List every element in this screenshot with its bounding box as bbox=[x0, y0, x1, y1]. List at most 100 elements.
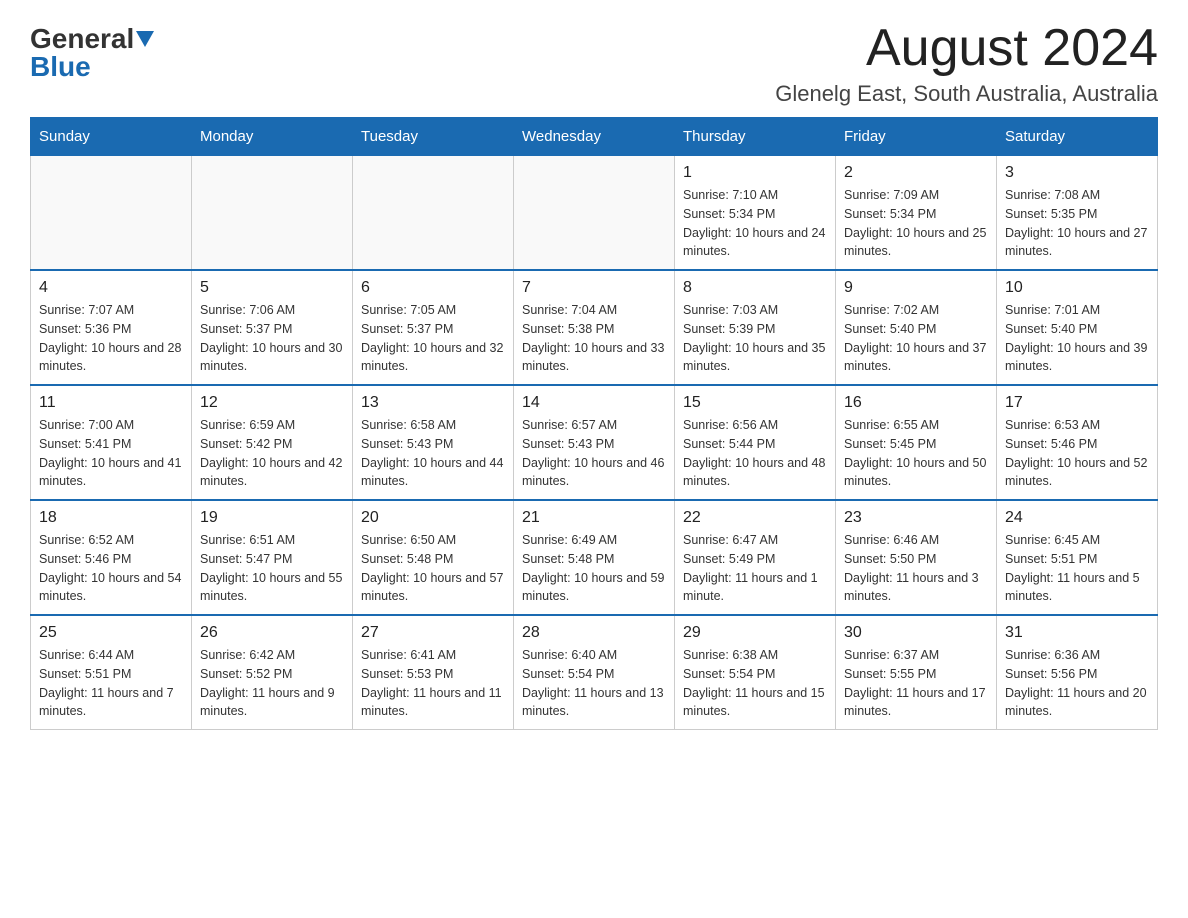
day-number: 28 bbox=[522, 624, 666, 642]
calendar-header-friday: Friday bbox=[836, 118, 997, 156]
calendar-cell bbox=[514, 156, 675, 271]
day-number: 12 bbox=[200, 394, 344, 412]
day-number: 2 bbox=[844, 164, 988, 182]
day-number: 1 bbox=[683, 164, 827, 182]
calendar-header-monday: Monday bbox=[192, 118, 353, 156]
day-number: 22 bbox=[683, 509, 827, 527]
day-info: Sunrise: 6:38 AM Sunset: 5:54 PM Dayligh… bbox=[683, 646, 827, 721]
logo-blue-text: Blue bbox=[30, 53, 91, 81]
calendar-week-row: 11Sunrise: 7:00 AM Sunset: 5:41 PM Dayli… bbox=[31, 385, 1158, 500]
calendar-cell: 23 Sunrise: 6:46 AM Sunset: 5:50 PM Dayli… bbox=[836, 500, 997, 615]
day-info: Sunrise: 6:37 AM Sunset: 5:55 PM Dayligh… bbox=[844, 646, 988, 721]
day-info: Sunrise: 6:42 AM Sunset: 5:52 PM Dayligh… bbox=[200, 646, 344, 721]
header-right: August 2024 Glenelg East, South Australi… bbox=[775, 20, 1158, 107]
day-info: Sunrise: 6:40 AM Sunset: 5:54 PM Dayligh… bbox=[522, 646, 666, 721]
calendar-cell: 13 Sunrise: 6:58 AM Sunset: 5:43 PM Dayli… bbox=[353, 385, 514, 500]
calendar-cell: 4Sunrise: 7:07 AM Sunset: 5:36 PM Daylig… bbox=[31, 270, 192, 385]
month-title: August 2024 bbox=[775, 20, 1158, 77]
calendar-cell: 17 Sunrise: 6:53 AM Sunset: 5:46 PM Dayli… bbox=[997, 385, 1158, 500]
logo-text: General bbox=[30, 25, 154, 53]
calendar-cell: 5 Sunrise: 7:06 AM Sunset: 5:37 PM Daylig… bbox=[192, 270, 353, 385]
calendar-week-row: 25 Sunrise: 6:44 AM Sunset: 5:51 PM Dayli… bbox=[31, 615, 1158, 730]
calendar-cell: 14 Sunrise: 6:57 AM Sunset: 5:43 PM Dayli… bbox=[514, 385, 675, 500]
location: Glenelg East, South Australia, Australia bbox=[775, 81, 1158, 107]
day-number: 23 bbox=[844, 509, 988, 527]
calendar-header-tuesday: Tuesday bbox=[353, 118, 514, 156]
day-number: 11 bbox=[39, 394, 183, 412]
calendar-cell: 3Sunrise: 7:08 AM Sunset: 5:35 PM Daylig… bbox=[997, 156, 1158, 271]
calendar-cell: 10 Sunrise: 7:01 AM Sunset: 5:40 PM Dayli… bbox=[997, 270, 1158, 385]
day-number: 16 bbox=[844, 394, 988, 412]
calendar-cell: 18 Sunrise: 6:52 AM Sunset: 5:46 PM Dayli… bbox=[31, 500, 192, 615]
calendar-header-wednesday: Wednesday bbox=[514, 118, 675, 156]
day-number: 31 bbox=[1005, 624, 1149, 642]
calendar-cell bbox=[353, 156, 514, 271]
calendar-cell: 11Sunrise: 7:00 AM Sunset: 5:41 PM Dayli… bbox=[31, 385, 192, 500]
day-info: Sunrise: 7:03 AM Sunset: 5:39 PM Dayligh… bbox=[683, 301, 827, 376]
day-number: 18 bbox=[39, 509, 183, 527]
day-number: 3 bbox=[1005, 164, 1149, 182]
calendar-cell: 12 Sunrise: 6:59 AM Sunset: 5:42 PM Dayli… bbox=[192, 385, 353, 500]
calendar-cell: 6 Sunrise: 7:05 AM Sunset: 5:37 PM Daylig… bbox=[353, 270, 514, 385]
day-info: Sunrise: 7:04 AM Sunset: 5:38 PM Dayligh… bbox=[522, 301, 666, 376]
day-number: 8 bbox=[683, 279, 827, 297]
day-number: 7 bbox=[522, 279, 666, 297]
calendar-cell: 7 Sunrise: 7:04 AM Sunset: 5:38 PM Daylig… bbox=[514, 270, 675, 385]
day-info: Sunrise: 6:53 AM Sunset: 5:46 PM Dayligh… bbox=[1005, 416, 1149, 491]
calendar-cell: 16Sunrise: 6:55 AM Sunset: 5:45 PM Dayli… bbox=[836, 385, 997, 500]
calendar-cell: 30 Sunrise: 6:37 AM Sunset: 5:55 PM Dayli… bbox=[836, 615, 997, 730]
day-info: Sunrise: 6:45 AM Sunset: 5:51 PM Dayligh… bbox=[1005, 531, 1149, 606]
calendar-week-row: 1 Sunrise: 7:10 AM Sunset: 5:34 PM Daylig… bbox=[31, 156, 1158, 271]
calendar-week-row: 18 Sunrise: 6:52 AM Sunset: 5:46 PM Dayli… bbox=[31, 500, 1158, 615]
day-number: 29 bbox=[683, 624, 827, 642]
calendar-cell: 19Sunrise: 6:51 AM Sunset: 5:47 PM Dayli… bbox=[192, 500, 353, 615]
day-info: Sunrise: 6:59 AM Sunset: 5:42 PM Dayligh… bbox=[200, 416, 344, 491]
day-info: Sunrise: 6:44 AM Sunset: 5:51 PM Dayligh… bbox=[39, 646, 183, 721]
day-number: 6 bbox=[361, 279, 505, 297]
day-info: Sunrise: 7:07 AM Sunset: 5:36 PM Dayligh… bbox=[39, 301, 183, 376]
day-info: Sunrise: 6:41 AM Sunset: 5:53 PM Dayligh… bbox=[361, 646, 505, 721]
day-info: Sunrise: 6:57 AM Sunset: 5:43 PM Dayligh… bbox=[522, 416, 666, 491]
day-info: Sunrise: 6:36 AM Sunset: 5:56 PM Dayligh… bbox=[1005, 646, 1149, 721]
calendar-cell: 2Sunrise: 7:09 AM Sunset: 5:34 PM Daylig… bbox=[836, 156, 997, 271]
day-number: 27 bbox=[361, 624, 505, 642]
logo: General Blue bbox=[30, 20, 154, 81]
calendar-cell: 21Sunrise: 6:49 AM Sunset: 5:48 PM Dayli… bbox=[514, 500, 675, 615]
calendar-header-saturday: Saturday bbox=[997, 118, 1158, 156]
calendar-cell: 1 Sunrise: 7:10 AM Sunset: 5:34 PM Daylig… bbox=[675, 156, 836, 271]
day-info: Sunrise: 6:49 AM Sunset: 5:48 PM Dayligh… bbox=[522, 531, 666, 606]
calendar-header-thursday: Thursday bbox=[675, 118, 836, 156]
calendar-cell: 27 Sunrise: 6:41 AM Sunset: 5:53 PM Dayli… bbox=[353, 615, 514, 730]
day-number: 17 bbox=[1005, 394, 1149, 412]
logo-triangle-icon bbox=[136, 31, 154, 47]
day-info: Sunrise: 7:10 AM Sunset: 5:34 PM Dayligh… bbox=[683, 186, 827, 261]
day-number: 5 bbox=[200, 279, 344, 297]
day-info: Sunrise: 6:50 AM Sunset: 5:48 PM Dayligh… bbox=[361, 531, 505, 606]
calendar-cell: 31 Sunrise: 6:36 AM Sunset: 5:56 PM Dayli… bbox=[997, 615, 1158, 730]
day-info: Sunrise: 6:52 AM Sunset: 5:46 PM Dayligh… bbox=[39, 531, 183, 606]
day-number: 14 bbox=[522, 394, 666, 412]
day-info: Sunrise: 7:02 AM Sunset: 5:40 PM Dayligh… bbox=[844, 301, 988, 376]
calendar-cell bbox=[31, 156, 192, 271]
calendar-cell: 15Sunrise: 6:56 AM Sunset: 5:44 PM Dayli… bbox=[675, 385, 836, 500]
calendar-cell: 26Sunrise: 6:42 AM Sunset: 5:52 PM Dayli… bbox=[192, 615, 353, 730]
day-number: 20 bbox=[361, 509, 505, 527]
day-info: Sunrise: 6:58 AM Sunset: 5:43 PM Dayligh… bbox=[361, 416, 505, 491]
day-info: Sunrise: 7:06 AM Sunset: 5:37 PM Dayligh… bbox=[200, 301, 344, 376]
day-number: 24 bbox=[1005, 509, 1149, 527]
day-number: 19 bbox=[200, 509, 344, 527]
day-number: 30 bbox=[844, 624, 988, 642]
calendar-cell: 28 Sunrise: 6:40 AM Sunset: 5:54 PM Dayli… bbox=[514, 615, 675, 730]
day-number: 25 bbox=[39, 624, 183, 642]
day-info: Sunrise: 7:01 AM Sunset: 5:40 PM Dayligh… bbox=[1005, 301, 1149, 376]
calendar-cell: 25 Sunrise: 6:44 AM Sunset: 5:51 PM Dayli… bbox=[31, 615, 192, 730]
calendar-table: SundayMondayTuesdayWednesdayThursdayFrid… bbox=[30, 117, 1158, 730]
day-number: 9 bbox=[844, 279, 988, 297]
calendar-cell: 29 Sunrise: 6:38 AM Sunset: 5:54 PM Dayli… bbox=[675, 615, 836, 730]
calendar-cell: 24 Sunrise: 6:45 AM Sunset: 5:51 PM Dayli… bbox=[997, 500, 1158, 615]
day-info: Sunrise: 6:46 AM Sunset: 5:50 PM Dayligh… bbox=[844, 531, 988, 606]
calendar-cell bbox=[192, 156, 353, 271]
day-number: 13 bbox=[361, 394, 505, 412]
day-number: 10 bbox=[1005, 279, 1149, 297]
day-info: Sunrise: 7:05 AM Sunset: 5:37 PM Dayligh… bbox=[361, 301, 505, 376]
